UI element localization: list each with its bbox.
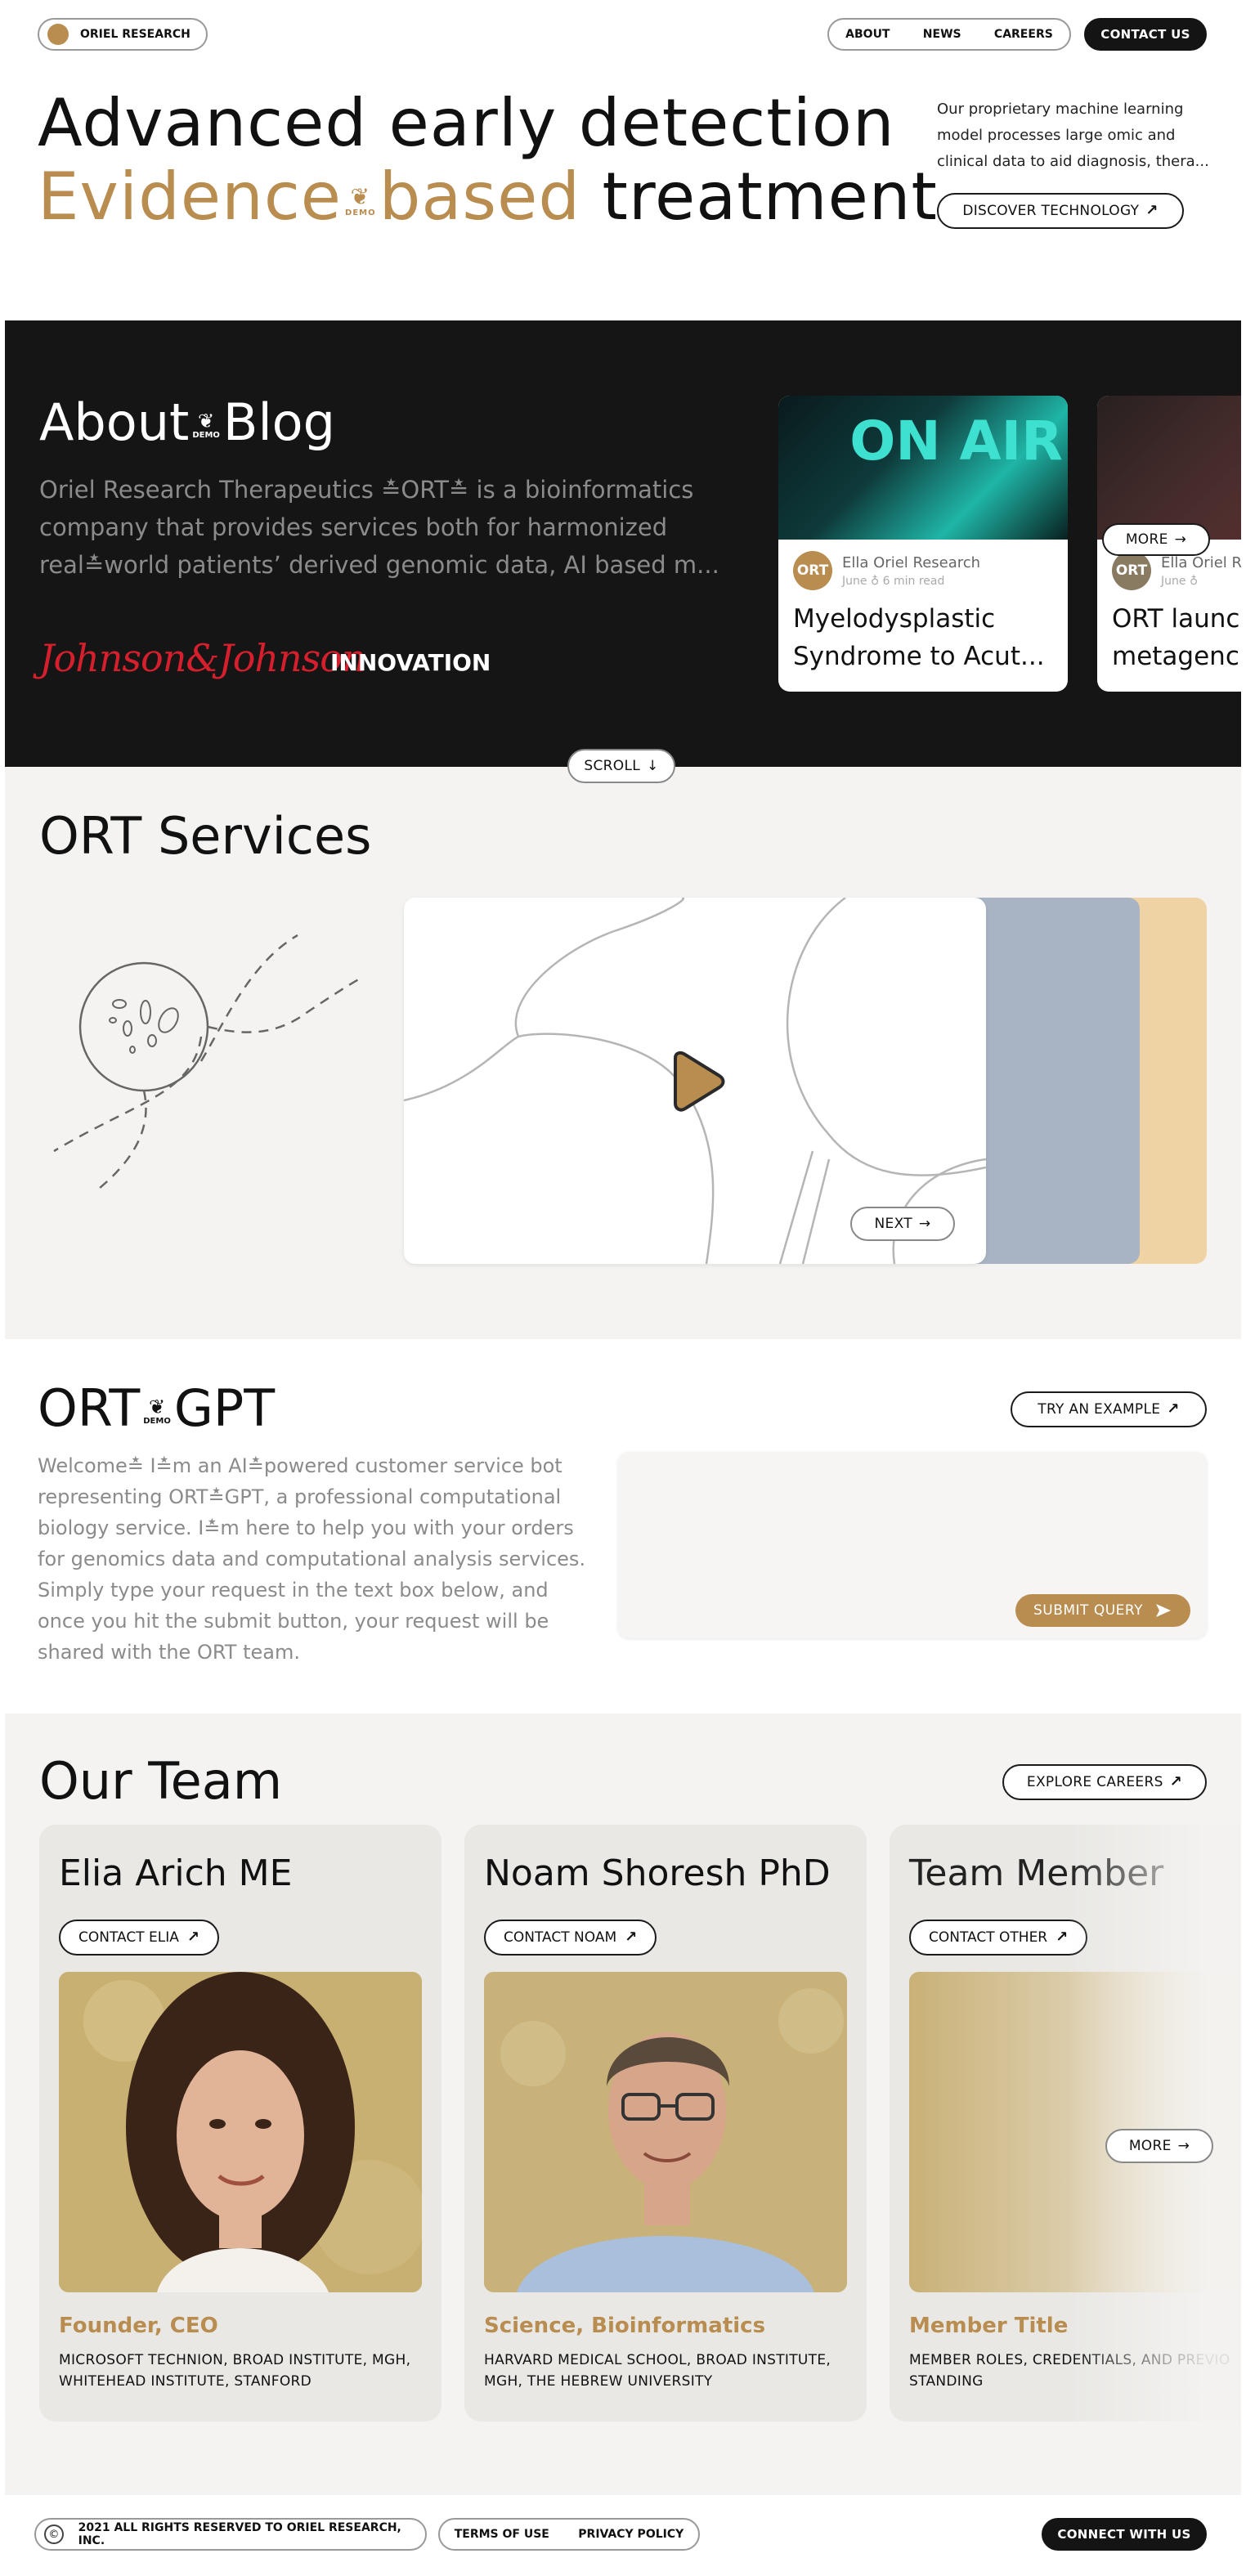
- blog-card[interactable]: ON AIR ORT Ella Oriel Research June ♁ 6 …: [778, 396, 1068, 692]
- blog-title: Myelodysplastic Syndrome to Acut...: [793, 604, 1045, 671]
- privacy-policy-link[interactable]: PRIVACY POLICY: [578, 2528, 684, 2541]
- contact-elia-button[interactable]: CONTACT ELIA ↗: [59, 1920, 219, 1956]
- footer-links: TERMS OF USE PRIVACY POLICY: [438, 2518, 700, 2551]
- arrow-up-right-icon: ↗: [1145, 201, 1159, 219]
- nav-link-news[interactable]: NEWS: [923, 28, 961, 41]
- team-member-role: Member Title: [909, 2314, 1069, 2338]
- leaf-demo-icon: ❦ DEMO: [345, 182, 376, 217]
- contact-label: CONTACT ELIA: [78, 1929, 179, 1946]
- arrow-up-right-icon: ↗: [1167, 1400, 1180, 1418]
- copyright-notice: © 2021 ALL RIGHTS RESERVED TO ORIEL RESE…: [34, 2518, 427, 2551]
- team-member-name: Elia Arich ME: [59, 1852, 293, 1894]
- contact-label: CONTACT OTHER: [929, 1929, 1048, 1946]
- about-description: Oriel Research Therapeutics ≛ORT≛ is a b…: [39, 476, 719, 579]
- team-member-photo: [484, 1972, 847, 2292]
- gpt-title: ORT ❦ DEMO GPT: [38, 1378, 276, 1438]
- contact-other-button[interactable]: CONTACT OTHER ↗: [909, 1920, 1088, 1956]
- scroll-button[interactable]: SCROLL ↓: [567, 749, 675, 783]
- avatar: ORT: [793, 551, 832, 590]
- arrow-up-right-icon: ↗: [1056, 1928, 1069, 1946]
- hero-word-based: based: [379, 159, 581, 235]
- blog-author-meta: ORT Ella Oriel R June ♁: [1112, 551, 1241, 590]
- contact-us-button[interactable]: CONTACT US: [1084, 18, 1207, 51]
- team-title: Our Team: [39, 1751, 283, 1811]
- more-label: MORE: [1125, 531, 1168, 548]
- leaf-demo-icon: ❦ DEMO: [192, 410, 220, 441]
- hero-headline-line1: Advanced early detection: [38, 85, 895, 161]
- discover-technology-label: DISCOVER TECHNOLOGY: [962, 203, 1140, 219]
- connect-with-us-button[interactable]: CONNECT WITH US: [1042, 2518, 1207, 2551]
- arrow-right-icon: →: [1174, 531, 1187, 548]
- team-member-role: Science, Bioinformatics: [484, 2314, 766, 2338]
- team-section: Our Team EXPLORE CAREERS ↗ Elia Arich ME…: [5, 1714, 1241, 2495]
- explore-careers-label: EXPLORE CAREERS: [1026, 1774, 1163, 1790]
- partner-innovation-label: INNOVATION: [330, 649, 491, 676]
- play-icon[interactable]: [669, 1050, 728, 1112]
- try-example-label: TRY AN EXAMPLE: [1038, 1401, 1161, 1418]
- blog-card-image: ON AIR: [778, 396, 1068, 540]
- discover-technology-button[interactable]: DISCOVER TECHNOLOGY ↗: [937, 193, 1184, 229]
- explore-careers-button[interactable]: EXPLORE CAREERS ↗: [1002, 1764, 1207, 1800]
- blog-image-text: ON AIR: [849, 410, 1063, 473]
- arrow-right-icon: →: [918, 1216, 931, 1232]
- arrow-up-right-icon: ↗: [1169, 1772, 1183, 1790]
- copyright-icon: ©: [44, 2524, 64, 2544]
- team-member-card: Noam Shoresh PhD CONTACT NOAM ↗ Science,…: [464, 1825, 867, 2421]
- submit-query-label: SUBMIT QUERY: [1033, 1602, 1144, 1619]
- contact-noam-button[interactable]: CONTACT NOAM ↗: [484, 1920, 657, 1956]
- arrow-up-right-icon: ↗: [625, 1928, 638, 1946]
- blog-title: ORT launc metagenc: [1112, 604, 1240, 671]
- carousel-fade-overlay: [1068, 1825, 1241, 2421]
- brand-logo-link[interactable]: ORIEL RESEARCH: [38, 18, 208, 51]
- nav-link-careers[interactable]: CAREERS: [994, 28, 1053, 41]
- arrow-up-right-icon: ↗: [186, 1928, 199, 1946]
- hero-word-evidence: Evidence: [38, 159, 343, 235]
- johnson-johnson-logo: Johnson&Johnson: [39, 636, 366, 680]
- arrow-down-icon: ↓: [647, 758, 659, 774]
- blog-author: Ella Oriel R: [1161, 553, 1241, 571]
- team-member-photo: [59, 1972, 422, 2292]
- team-member-credentials: HARVARD MEDICAL SCHOOL, BROAD INSTITUTE,…: [484, 2352, 831, 2390]
- terms-of-use-link[interactable]: TERMS OF USE: [455, 2528, 549, 2541]
- send-icon: [1156, 1604, 1172, 1617]
- blog-date: June ♁: [1161, 574, 1199, 588]
- next-service-button[interactable]: NEXT →: [850, 1207, 955, 1241]
- about-blog-title: About ❦ DEMO Blog: [39, 392, 335, 452]
- brand-name: ORIEL RESEARCH: [80, 28, 190, 41]
- more-label: MORE: [1128, 2138, 1172, 2154]
- hero-headline-line2: Evidence ❦ DEMO based treatment.: [38, 159, 959, 235]
- gpt-description: Welcome≛ I≛m an AI≛powered customer serv…: [38, 1454, 586, 1664]
- arrow-right-icon: →: [1177, 2138, 1190, 2154]
- blog-card-image: [1097, 396, 1241, 540]
- blog-author: Ella Oriel Research: [842, 553, 981, 571]
- team-member-credentials: MICROSOFT TECHNION, BROAD INSTITUTE, MGH…: [59, 2352, 411, 2390]
- more-team-button[interactable]: MORE →: [1105, 2129, 1213, 2163]
- blog-author-meta: ORT Ella Oriel Research June ♁ 6 min rea…: [793, 551, 980, 590]
- services-section: ORT Services: [5, 767, 1241, 1339]
- copyright-text: 2021 ALL RIGHTS RESERVED TO ORIEL RESEAR…: [78, 2521, 401, 2547]
- about-blog-section: About ❦ DEMO Blog Oriel Research Therapeuti…: [5, 320, 1241, 767]
- main-nav: ABOUT NEWS CAREERS: [827, 18, 1071, 51]
- avatar: ORT: [1112, 551, 1151, 590]
- contact-label: CONTACT NOAM: [504, 1929, 617, 1946]
- nav-link-about[interactable]: ABOUT: [845, 28, 890, 41]
- logo-dot-icon: [47, 24, 69, 45]
- services-title: ORT Services: [39, 806, 372, 866]
- leaf-demo-icon: ❦ DEMO: [143, 1396, 171, 1427]
- cell-illustration: [53, 934, 362, 1193]
- blog-date: June ♁ 6 min read: [842, 574, 945, 588]
- submit-query-button[interactable]: SUBMIT QUERY: [1015, 1594, 1190, 1627]
- try-example-button[interactable]: TRY AN EXAMPLE ↗: [1011, 1391, 1207, 1427]
- hero-word-treatment: treatment.: [602, 159, 960, 235]
- hero-description: Our proprietary machine learning model p…: [937, 101, 1209, 170]
- more-blog-button[interactable]: MORE →: [1102, 523, 1210, 556]
- team-member-name: Noam Shoresh PhD: [484, 1852, 831, 1894]
- scroll-label: SCROLL: [584, 758, 641, 774]
- team-member-role: Founder, CEO: [59, 2314, 218, 2338]
- team-member-card: Elia Arich ME CONTACT ELIA ↗ Founder, CE…: [39, 1825, 441, 2421]
- next-label: NEXT: [874, 1216, 912, 1232]
